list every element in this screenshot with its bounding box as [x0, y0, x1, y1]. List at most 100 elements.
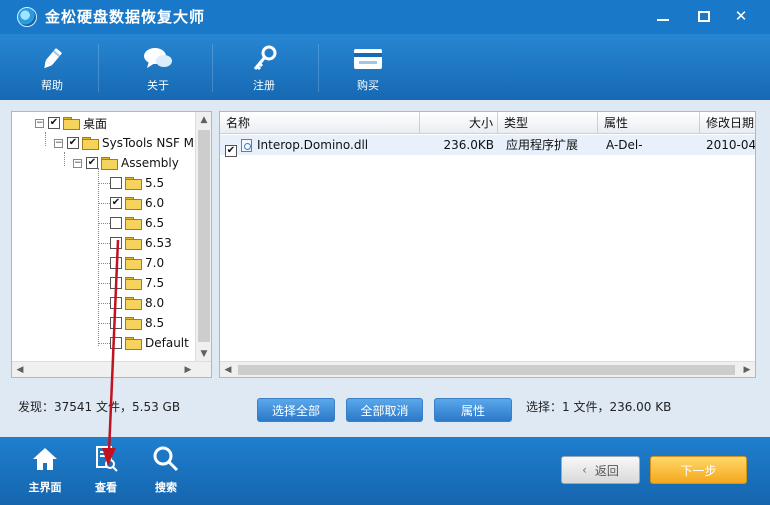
tree-node-label: 7.0 [145, 256, 165, 270]
minimize-button[interactable] [650, 4, 676, 28]
folder-icon [125, 337, 142, 350]
tree-node-7-5[interactable]: 7.5 [110, 274, 164, 292]
about-button[interactable]: 关于 [118, 34, 198, 100]
column-type[interactable]: 类型 [498, 112, 598, 134]
folder-icon [125, 177, 142, 190]
scroll-left-icon[interactable]: ◀ [12, 362, 28, 377]
folder-icon [125, 217, 142, 230]
next-button[interactable]: 下一步 [650, 456, 747, 484]
column-size[interactable]: 大小 [420, 112, 498, 134]
tree-checkbox[interactable] [110, 297, 122, 309]
scroll-down-icon[interactable]: ▼ [196, 346, 211, 362]
view-button[interactable]: 查看 [81, 445, 131, 499]
tree-node-6-0[interactable]: ✔ 6.0 [110, 194, 164, 212]
toolbar-divider [98, 44, 99, 92]
deselect-all-button[interactable]: 全部取消 [346, 398, 423, 422]
tree-line [98, 343, 110, 344]
folder-icon [101, 157, 118, 170]
tree-line [98, 243, 110, 244]
tree-node-8-5[interactable]: 8.5 [110, 314, 164, 332]
tree-checkbox[interactable] [110, 277, 122, 289]
column-modified-date[interactable]: 修改日期 [700, 112, 755, 134]
tree-node-6-53[interactable]: 6.53 [110, 234, 172, 252]
help-label: 帮助 [41, 79, 63, 92]
tree-node-desktop[interactable]: − ✔ 桌面 [35, 114, 107, 132]
file-list-horizontal-scrollbar[interactable]: ◀ ▶ [220, 361, 755, 377]
home-button[interactable]: 主界面 [20, 445, 70, 499]
collapse-icon[interactable]: − [54, 138, 63, 148]
tree-checkbox[interactable] [110, 337, 122, 349]
about-label: 关于 [147, 79, 169, 92]
folder-icon [125, 237, 142, 250]
tree-line [98, 303, 110, 304]
tree-line [98, 168, 99, 346]
tree-node-label: 5.5 [145, 176, 165, 190]
tree-node-8-0[interactable]: 8.0 [110, 294, 164, 312]
tree-node-label: SysTools NSF M [102, 136, 195, 150]
scroll-thumb[interactable] [198, 130, 210, 342]
tree-node-label: 8.0 [145, 296, 165, 310]
status-bar: 发现：37541 文件，5.53 GB 选择全部 全部取消 属性 选择：1 文件… [0, 385, 770, 433]
tree-horizontal-scrollbar[interactable]: ◀ ▶ [12, 361, 211, 377]
document-view-icon [92, 445, 120, 473]
pen-icon [37, 44, 67, 74]
file-list[interactable]: 名称 大小 类型 属性 修改日期 ✔ Interop.Domino.dll 23… [219, 111, 756, 378]
home-label: 主界面 [28, 481, 62, 494]
column-name[interactable]: 名称 [220, 112, 420, 134]
scroll-up-icon[interactable]: ▲ [196, 112, 211, 128]
tree-node-systools[interactable]: − ✔ SysTools NSF M [54, 134, 194, 152]
help-button[interactable]: 帮助 [12, 34, 92, 100]
tree-vertical-scrollbar[interactable]: ▲ ▼ [195, 112, 211, 362]
tree-node-default[interactable]: Default [110, 334, 189, 352]
tree-checkbox[interactable] [110, 217, 122, 229]
scroll-right-icon[interactable]: ▶ [739, 362, 755, 377]
table-row[interactable]: ✔ Interop.Domino.dll 236.0KB 应用程序扩展 A-De… [220, 135, 755, 157]
tree-node-label: 6.53 [145, 236, 172, 250]
row-checkbox[interactable]: ✔ [225, 139, 240, 157]
card-icon [353, 44, 383, 74]
close-button[interactable]: ✕ [728, 4, 754, 28]
tree-line [98, 183, 110, 184]
chevron-left-icon: ‹ [582, 463, 587, 477]
selected-summary: 选择：1 文件，236.00 KB [526, 400, 672, 414]
scroll-left-icon[interactable]: ◀ [220, 362, 236, 377]
tree-line [98, 323, 110, 324]
tree-node-label: 7.5 [145, 276, 165, 290]
tree-node-label: Default [145, 336, 189, 350]
scroll-thumb[interactable] [238, 365, 735, 375]
tree-checkbox[interactable]: ✔ [48, 117, 60, 129]
back-button[interactable]: ‹ 返回 [561, 456, 640, 484]
folder-tree[interactable]: − ✔ 桌面 − ✔ SysTools NSF M − ✔ Assembly 5… [11, 111, 212, 378]
tree-node-5-5[interactable]: 5.5 [110, 174, 164, 192]
tree-node-label: 8.5 [145, 316, 165, 330]
tree-line [45, 132, 46, 146]
tree-checkbox[interactable] [110, 317, 122, 329]
collapse-icon[interactable]: − [73, 158, 82, 168]
tree-checkbox[interactable] [110, 237, 122, 249]
tree-checkbox[interactable]: ✔ [110, 197, 122, 209]
toolbar-divider [212, 44, 213, 92]
tree-checkbox[interactable] [110, 177, 122, 189]
tree-node-6-5[interactable]: 6.5 [110, 214, 164, 232]
file-size: 236.0KB [443, 138, 494, 152]
tree-checkbox[interactable] [110, 257, 122, 269]
buy-button[interactable]: 购买 [328, 34, 408, 100]
tree-checkbox[interactable]: ✔ [86, 157, 98, 169]
back-label: 返回 [594, 463, 619, 478]
register-button[interactable]: 注册 [224, 34, 304, 100]
folder-icon [82, 137, 99, 150]
maximize-button[interactable] [691, 4, 717, 28]
tree-node-7-0[interactable]: 7.0 [110, 254, 164, 272]
properties-button[interactable]: 属性 [434, 398, 512, 422]
select-all-button[interactable]: 选择全部 [257, 398, 335, 422]
tree-checkbox[interactable]: ✔ [67, 137, 79, 149]
scroll-right-icon[interactable]: ▶ [180, 362, 196, 377]
tree-line [98, 263, 110, 264]
search-button[interactable]: 搜索 [141, 445, 191, 499]
column-attributes[interactable]: 属性 [598, 112, 700, 134]
folder-icon [63, 117, 80, 130]
tree-node-assembly[interactable]: − ✔ Assembly [73, 154, 179, 172]
collapse-icon[interactable]: − [35, 118, 44, 128]
folder-icon [125, 317, 142, 330]
file-name: Interop.Domino.dll [257, 138, 369, 152]
